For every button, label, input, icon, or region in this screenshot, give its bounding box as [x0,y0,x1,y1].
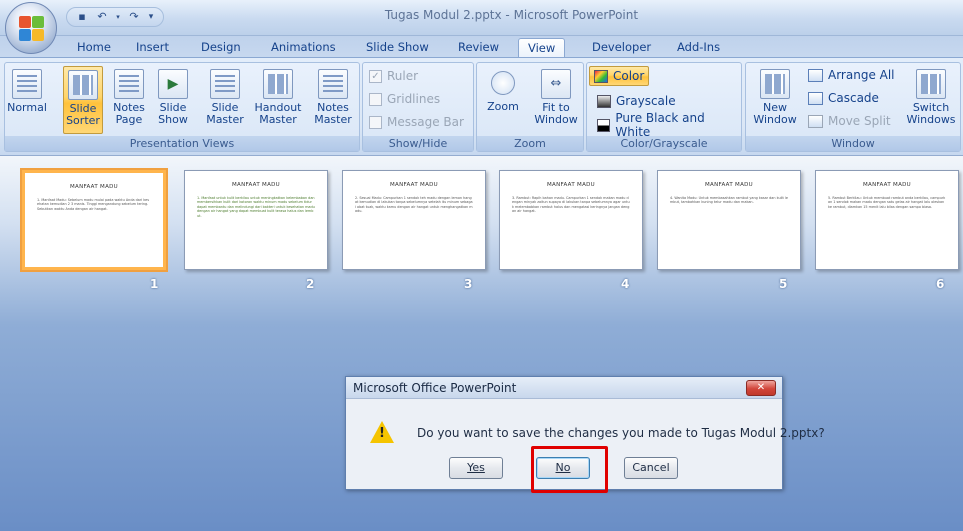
slide-show-button[interactable]: ▶ Slide Show [153,66,193,134]
slide-title: MANFAAT MADU [862,182,911,188]
grayscale-swatch-icon [597,94,611,108]
tab-slide-show[interactable]: Slide Show [366,38,429,58]
group-window: New Window Arrange All Cascade Move Spli… [745,62,961,152]
slide-body: 1. Manfaat untuk kulit berkilau untuk me… [197,196,315,218]
handout-master-button[interactable]: Handout Master [251,66,305,134]
slide-master-icon [210,69,240,99]
tab-home[interactable]: Home [77,38,111,58]
fit-to-window-button[interactable]: ⇔ Fit to Window [531,66,581,134]
color-button[interactable]: Color [589,66,650,86]
arrange-all-icon [808,68,823,82]
cascade-icon [808,91,823,105]
slide-number: 5 [779,277,788,291]
normal-view-icon [12,69,42,99]
office-logo-icon [19,16,45,42]
fit-to-window-icon: ⇔ [541,69,571,99]
slide-body: 4. Wanita Madu: Untuk membasahkan rambut… [670,196,788,205]
slide-title: MANFAAT MADU [546,182,595,188]
check-icon: ✓ [369,69,382,83]
normal-view-button[interactable]: Normal [7,66,47,134]
slide-sorter-icon [68,70,98,100]
slide-body: 2. Sesuai Madu: Campurkan 1 sendok teh m… [355,196,473,214]
tab-view[interactable]: View [518,38,566,59]
group-zoom: Zoom ⇔ Fit to Window Zoom [476,62,584,152]
new-window-button[interactable]: New Window [750,66,800,134]
switch-windows-button[interactable]: Switch Windows [904,66,958,134]
office-button[interactable] [5,2,57,54]
slide-thumbnail-4[interactable]: MANFAAT MADU 3. Rambut: Rapih bahan madu… [499,170,643,270]
slide-number: 1 [150,277,159,291]
slide-body: 1. Manfaat Madu: Sebelum madu mulai pada… [37,198,149,211]
gridlines-checkbox[interactable]: Gridlines [369,92,440,106]
slide-number: 4 [621,277,630,291]
highlight-box [531,446,608,493]
group-presentation-views: Normal Slide Sorter Notes Page ▶ Slide S… [4,62,360,152]
tab-design[interactable]: Design [201,38,241,58]
slide-sorter-button[interactable]: Slide Sorter [63,66,103,134]
tab-review[interactable]: Review [458,38,499,58]
dialog-title: Microsoft Office PowerPoint [346,377,782,399]
tab-insert[interactable]: Insert [136,38,169,58]
slide-number: 2 [306,277,315,291]
title-bar: ▪ ↶ ▾ ↷ ▾ Tugas Modul 2.pptx - Microsoft… [0,0,963,36]
dialog-message: Do you want to save the changes you made… [417,426,825,440]
slide-thumbnail-3[interactable]: MANFAAT MADU 2. Sesuai Madu: Campurkan 1… [342,170,486,270]
group-label-zoom: Zoom [477,136,583,151]
handout-master-icon [263,69,293,99]
arrange-all-button[interactable]: Arrange All [808,68,895,82]
slide-body: 5. Rambut Berkilau: Untuk membuat rambut… [828,196,946,209]
group-color-grayscale: Color Grayscale Pure Black and White Col… [586,62,742,152]
pure-black-white-button[interactable]: Pure Black and White [593,111,741,139]
zoom-button[interactable]: Zoom [481,66,525,134]
slide-show-icon: ▶ [158,69,188,99]
slide-title: MANFAAT MADU [704,182,753,188]
slide-title: MANFAAT MADU [389,182,438,188]
slide-title: MANFAAT MADU [231,182,280,188]
group-label-color-grayscale: Color/Grayscale [587,136,741,151]
color-swatch-icon [594,69,608,83]
switch-windows-icon [916,69,946,99]
grayscale-button[interactable]: Grayscale [593,91,680,111]
ribbon: Normal Slide Sorter Notes Page ▶ Slide S… [0,57,963,156]
slide-number: 6 [936,277,945,291]
new-window-icon [760,69,790,99]
warning-exclamation-icon: ! [379,426,385,441]
window-title: Tugas Modul 2.pptx - Microsoft PowerPoin… [384,8,639,22]
notes-master-icon [318,69,348,99]
slide-thumbnail-2[interactable]: MANFAAT MADU 1. Manfaat untuk kulit berk… [184,170,328,270]
ribbon-tabs: Home Insert Design Animations Slide Show… [0,36,963,59]
cascade-button[interactable]: Cascade [808,91,879,105]
tab-add-ins[interactable]: Add-Ins [677,38,720,58]
yes-button[interactable]: Yes [449,457,503,479]
group-label-show-hide: Show/Hide [363,136,473,151]
group-show-hide: ✓ Ruler Gridlines Message Bar Show/Hide [362,62,474,152]
slide-thumbnail-6[interactable]: MANFAAT MADU 5. Rambut Berkilau: Untuk m… [815,170,959,270]
notes-page-icon [114,69,144,99]
slide-body: 3. Rambut: Rapih bahan madu. Campurkan 1… [512,196,630,214]
black-white-swatch-icon [597,118,611,132]
slide-master-button[interactable]: Slide Master [203,66,247,134]
magnifier-icon [491,71,515,95]
tab-developer[interactable]: Developer [592,38,651,58]
slide-thumbnail-1[interactable]: MANFAAT MADU 1. Manfaat Madu: Sebelum ma… [22,170,166,270]
message-bar-checkbox[interactable]: Message Bar [369,115,464,129]
ruler-checkbox[interactable]: ✓ Ruler [369,69,418,83]
group-label-presentation-views: Presentation Views [5,136,359,151]
slide-title: MANFAAT MADU [69,184,118,190]
move-split-icon [808,114,823,128]
notes-master-button[interactable]: Notes Master [309,66,357,134]
notes-page-button[interactable]: Notes Page [109,66,149,134]
dialog-close-button[interactable]: ✕ [746,380,776,396]
slide-thumbnail-5[interactable]: MANFAAT MADU 4. Wanita Madu: Untuk memba… [657,170,801,270]
slide-number: 3 [464,277,473,291]
group-label-window: Window [746,136,960,151]
tab-animations[interactable]: Animations [271,38,336,58]
move-split-button[interactable]: Move Split [808,114,891,128]
cancel-button[interactable]: Cancel [624,457,678,479]
